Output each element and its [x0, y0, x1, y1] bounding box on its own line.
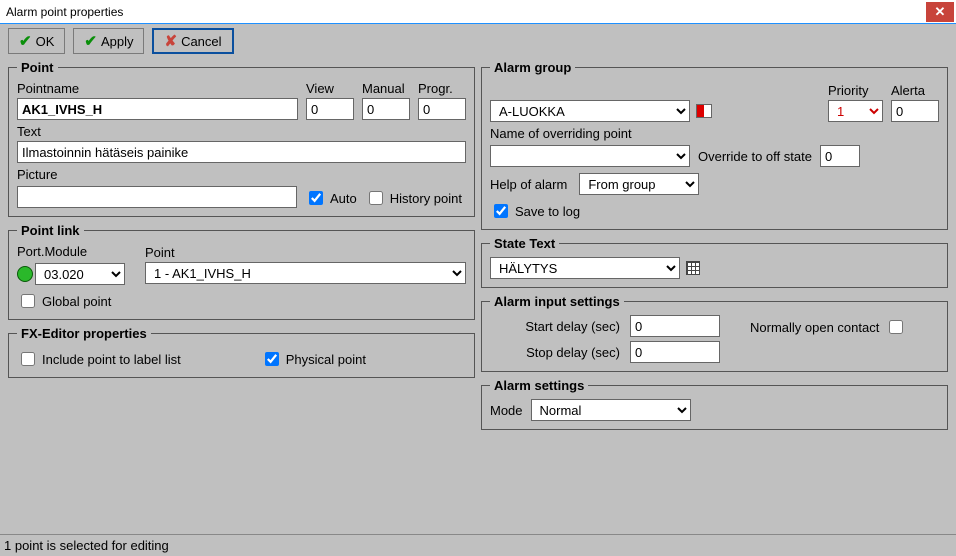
include-checkbox[interactable] — [21, 352, 35, 366]
status-text: 1 point is selected for editing — [4, 538, 169, 553]
ok-button[interactable]: ✔ OK — [8, 28, 65, 54]
statetext-legend: State Text — [490, 236, 559, 251]
override-name-label: Name of overriding point — [490, 126, 939, 141]
ok-label: OK — [36, 34, 55, 49]
savelog-checkbox[interactable] — [494, 204, 508, 218]
text-label: Text — [17, 124, 466, 139]
pointlink-group: Point link Port.Module 03.020 Point 1 - … — [8, 223, 475, 320]
check-icon: ✔ — [84, 32, 97, 50]
override-name-select[interactable] — [490, 145, 690, 167]
physical-checkbox[interactable] — [265, 352, 279, 366]
physical-label: Physical point — [286, 352, 366, 367]
text-input[interactable] — [17, 141, 466, 163]
auto-checkbox[interactable] — [309, 191, 323, 205]
history-label: History point — [390, 191, 462, 206]
auto-checkbox-wrap[interactable]: Auto — [305, 188, 357, 208]
stopdelay-label: Stop delay (sec) — [490, 345, 620, 360]
alarmgroup-legend: Alarm group — [490, 60, 575, 75]
global-checkbox[interactable] — [21, 294, 35, 308]
noc-checkbox-wrap[interactable]: Normally open contact — [750, 317, 906, 337]
override-state-input[interactable] — [820, 145, 860, 167]
override-state-label: Override to off state — [698, 149, 812, 164]
point-group: Point Pointname View Manual Progr. — [8, 60, 475, 217]
picture-input[interactable] — [17, 186, 297, 208]
alarmsettings-legend: Alarm settings — [490, 378, 588, 393]
flag-icon[interactable] — [696, 104, 712, 118]
savelog-label: Save to log — [515, 204, 580, 219]
statusbar: 1 point is selected for editing — [0, 534, 956, 556]
alarmgroup-select[interactable]: A-LUOKKA — [490, 100, 690, 122]
pointlink-point-select[interactable]: 1 - AK1_IVHS_H — [145, 262, 466, 284]
pointlink-legend: Point link — [17, 223, 84, 238]
fx-legend: FX-Editor properties — [17, 326, 151, 341]
mode-label: Mode — [490, 403, 523, 418]
include-checkbox-wrap[interactable]: Include point to label list — [17, 349, 181, 369]
startdelay-label: Start delay (sec) — [490, 319, 620, 334]
toolbar: ✔ OK ✔ Apply ✘ Cancel — [0, 24, 956, 58]
fx-group: FX-Editor properties Include point to la… — [8, 326, 475, 378]
titlebar: Alarm point properties ✕ — [0, 0, 956, 24]
stopdelay-input[interactable] — [630, 341, 720, 363]
noc-checkbox[interactable] — [889, 320, 903, 334]
close-button[interactable]: ✕ — [926, 2, 954, 22]
close-icon: ✕ — [935, 4, 946, 20]
picture-label: Picture — [17, 167, 466, 182]
global-label: Global point — [42, 294, 111, 309]
physical-checkbox-wrap[interactable]: Physical point — [261, 349, 366, 369]
cross-icon: ✘ — [164, 32, 177, 50]
point-legend: Point — [17, 60, 58, 75]
statetext-select[interactable]: HÄLYTYS — [490, 257, 680, 279]
portmodule-select[interactable]: 03.020 — [35, 263, 125, 285]
view-input[interactable] — [306, 98, 354, 120]
alarminput-group: Alarm input settings Start delay (sec) N… — [481, 294, 948, 372]
alerta-label: Alerta — [891, 83, 939, 98]
port-icon — [17, 266, 33, 282]
mode-select[interactable]: Normal — [531, 399, 691, 421]
manual-input[interactable] — [362, 98, 410, 120]
right-column: Alarm group A-LUOKKA Priority 1 — [481, 60, 948, 430]
check-icon: ✔ — [19, 32, 32, 50]
progr-label: Progr. — [418, 81, 466, 96]
alarminput-legend: Alarm input settings — [490, 294, 624, 309]
alerta-input[interactable] — [891, 100, 939, 122]
global-checkbox-wrap[interactable]: Global point — [17, 291, 466, 311]
savelog-checkbox-wrap[interactable]: Save to log — [490, 201, 939, 221]
noc-label: Normally open contact — [750, 320, 879, 335]
left-column: Point Pointname View Manual Progr. — [8, 60, 475, 430]
alarmsettings-group: Alarm settings Mode Normal — [481, 378, 948, 430]
cancel-button[interactable]: ✘ Cancel — [152, 28, 233, 54]
help-label: Help of alarm — [490, 177, 567, 192]
portmodule-label: Port.Module — [17, 244, 137, 259]
history-checkbox-wrap[interactable]: History point — [365, 188, 462, 208]
alarmgroup-group: Alarm group A-LUOKKA Priority 1 — [481, 60, 948, 230]
apply-button[interactable]: ✔ Apply — [73, 28, 144, 54]
include-label: Include point to label list — [42, 352, 181, 367]
statetext-group: State Text HÄLYTYS — [481, 236, 948, 288]
manual-label: Manual — [362, 81, 410, 96]
priority-select[interactable]: 1 — [828, 100, 883, 122]
alarmgroup-spacer — [490, 81, 820, 96]
apply-label: Apply — [101, 34, 134, 49]
startdelay-input[interactable] — [630, 315, 720, 337]
window-title: Alarm point properties — [0, 5, 123, 19]
view-label: View — [306, 81, 354, 96]
priority-label: Priority — [828, 83, 883, 98]
auto-label: Auto — [330, 191, 357, 206]
cancel-label: Cancel — [181, 34, 221, 49]
progr-input[interactable] — [418, 98, 466, 120]
help-select[interactable]: From group — [579, 173, 699, 195]
pointname-input[interactable] — [17, 98, 298, 120]
pointlink-point-label: Point — [145, 245, 466, 260]
grid-icon[interactable] — [686, 261, 700, 275]
history-checkbox[interactable] — [369, 191, 383, 205]
pointname-label: Pointname — [17, 81, 298, 96]
